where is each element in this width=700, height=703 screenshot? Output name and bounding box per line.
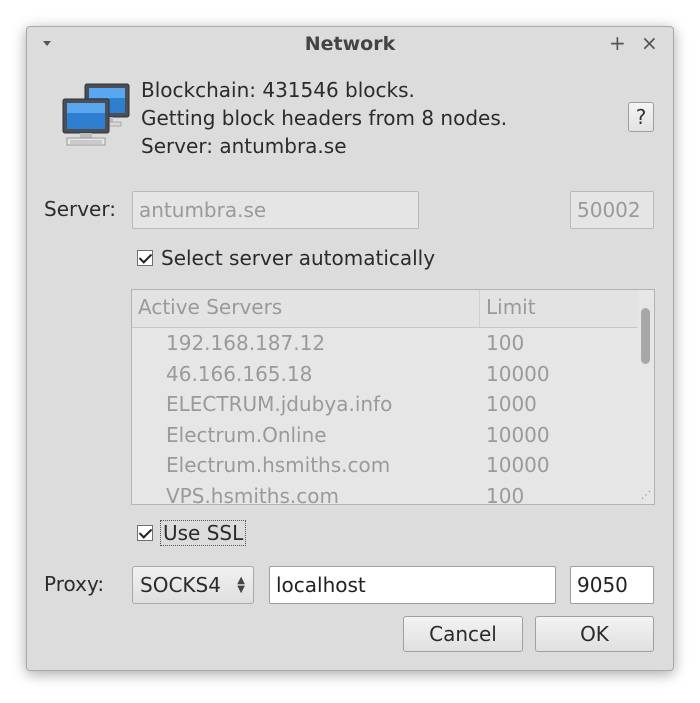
list-item[interactable]: ELECTRUM.jdubya.info 1000 bbox=[132, 389, 637, 420]
server-limit: 100 bbox=[486, 331, 525, 355]
checkbox-checked-icon bbox=[137, 525, 153, 541]
list-header: Active Servers Limit bbox=[132, 290, 637, 328]
server-status: Server: antumbra.se bbox=[141, 134, 347, 158]
server-address: 46.166.165.18 bbox=[166, 361, 313, 386]
resize-grip-icon: ⋰ bbox=[641, 490, 651, 501]
server-limit: 10000 bbox=[486, 361, 550, 386]
select-server-automatically-checkbox[interactable]: Select server automatically bbox=[137, 246, 435, 270]
use-ssl-label: Use SSL bbox=[159, 520, 247, 546]
title-bar: Network + × bbox=[27, 27, 673, 63]
blockchain-status: Blockchain: 431546 blocks. bbox=[141, 78, 415, 102]
maximize-icon[interactable]: + bbox=[609, 31, 626, 55]
proxy-port-field[interactable]: 9050 bbox=[570, 566, 654, 604]
server-limit: 100 bbox=[486, 483, 525, 505]
server-port-field[interactable]: 50002 bbox=[570, 191, 654, 229]
list-item[interactable]: 192.168.187.12 100 bbox=[132, 328, 637, 359]
window-title: Network bbox=[304, 33, 396, 55]
use-ssl-checkbox[interactable]: Use SSL bbox=[137, 520, 247, 546]
list-item[interactable]: 46.166.165.18 10000 bbox=[132, 359, 637, 390]
server-address: VPS.hsmiths.com bbox=[166, 483, 339, 505]
server-address: 192.168.187.12 bbox=[166, 331, 326, 355]
headers-status: Getting block headers from 8 nodes. bbox=[141, 106, 508, 130]
server-limit: 10000 bbox=[486, 422, 550, 447]
list-item[interactable]: Electrum.hsmiths.com 10000 bbox=[132, 450, 637, 481]
server-limit: 1000 bbox=[486, 392, 537, 416]
active-servers-list[interactable]: Active Servers Limit 192.168.187.12 100 … bbox=[131, 289, 655, 505]
column-header-limit[interactable]: Limit bbox=[486, 295, 536, 319]
proxy-host-field[interactable]: localhost bbox=[269, 566, 556, 604]
cancel-button[interactable]: Cancel bbox=[403, 616, 523, 652]
ok-button[interactable]: OK bbox=[535, 616, 654, 652]
server-limit: 10000 bbox=[486, 453, 550, 477]
column-divider bbox=[479, 290, 480, 327]
scrollbar-thumb[interactable] bbox=[641, 308, 650, 364]
server-address: ELECTRUM.jdubya.info bbox=[166, 392, 393, 416]
server-label: Server: bbox=[44, 197, 116, 221]
network-status: Blockchain: 431546 blocks. Getting block… bbox=[141, 76, 507, 160]
close-icon[interactable]: × bbox=[641, 31, 658, 55]
proxy-label: Proxy: bbox=[44, 572, 105, 596]
checkbox-checked-icon bbox=[137, 250, 153, 266]
list-item[interactable]: Electrum.Online 10000 bbox=[132, 420, 637, 451]
select-server-automatically-label: Select server automatically bbox=[161, 246, 436, 270]
list-item[interactable]: VPS.hsmiths.com 100 bbox=[132, 481, 637, 505]
vertical-scrollbar[interactable] bbox=[637, 290, 654, 504]
server-host-field[interactable]: antumbra.se bbox=[132, 191, 419, 229]
proxy-type-value: SOCKS4 bbox=[140, 573, 221, 597]
server-rows: 192.168.187.12 100 46.166.165.18 10000 E… bbox=[132, 328, 637, 505]
help-button[interactable]: ? bbox=[628, 102, 654, 132]
server-address: Electrum.Online bbox=[166, 422, 327, 447]
spin-arrows-icon: ▲ ▼ bbox=[237, 575, 245, 595]
network-dialog: Network + × Blockchain: 431546 blocks. G… bbox=[26, 26, 674, 671]
network-computers-icon bbox=[62, 83, 130, 146]
proxy-type-select[interactable]: SOCKS4 ▲ ▼ bbox=[132, 566, 254, 604]
column-header-active-servers[interactable]: Active Servers bbox=[138, 295, 282, 319]
server-address: Electrum.hsmiths.com bbox=[166, 453, 391, 477]
